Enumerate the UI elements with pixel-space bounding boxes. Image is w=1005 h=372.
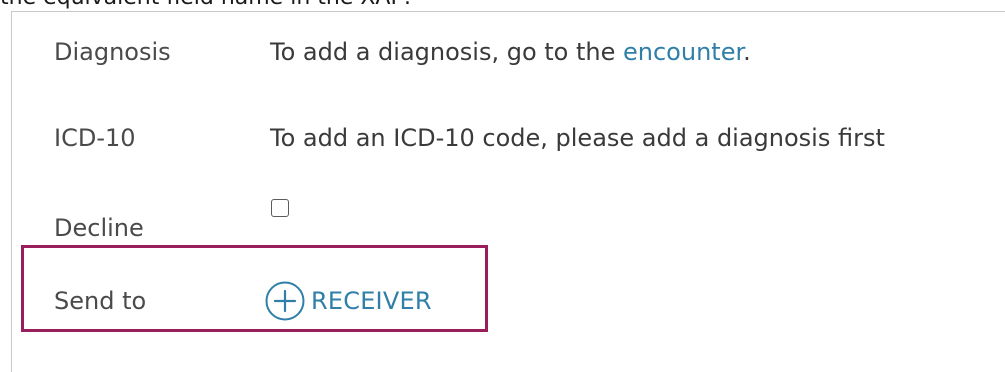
decline-checkbox[interactable] [271, 199, 289, 217]
diagnosis-text-before: To add a diagnosis, go to the [270, 38, 623, 66]
icd10-row: ICD-10 To add an ICD-10 code, please add… [12, 113, 1005, 163]
icd10-label: ICD-10 [54, 124, 136, 152]
encounter-link[interactable]: encounter [623, 38, 743, 66]
decline-label: Decline [54, 214, 144, 242]
send-to-highlight [21, 245, 488, 332]
icd10-text: To add an ICD-10 code, please add a diag… [270, 124, 885, 152]
intro-text: the equivalent field name in the XAP: [0, 0, 411, 10]
diagnosis-text: To add a diagnosis, go to the encounter. [270, 38, 751, 66]
diagnosis-label: Diagnosis [54, 38, 171, 66]
diagnosis-text-after: . [743, 38, 751, 66]
decline-row: Decline [12, 192, 1005, 242]
diagnosis-row: Diagnosis To add a diagnosis, go to the … [12, 27, 1005, 77]
